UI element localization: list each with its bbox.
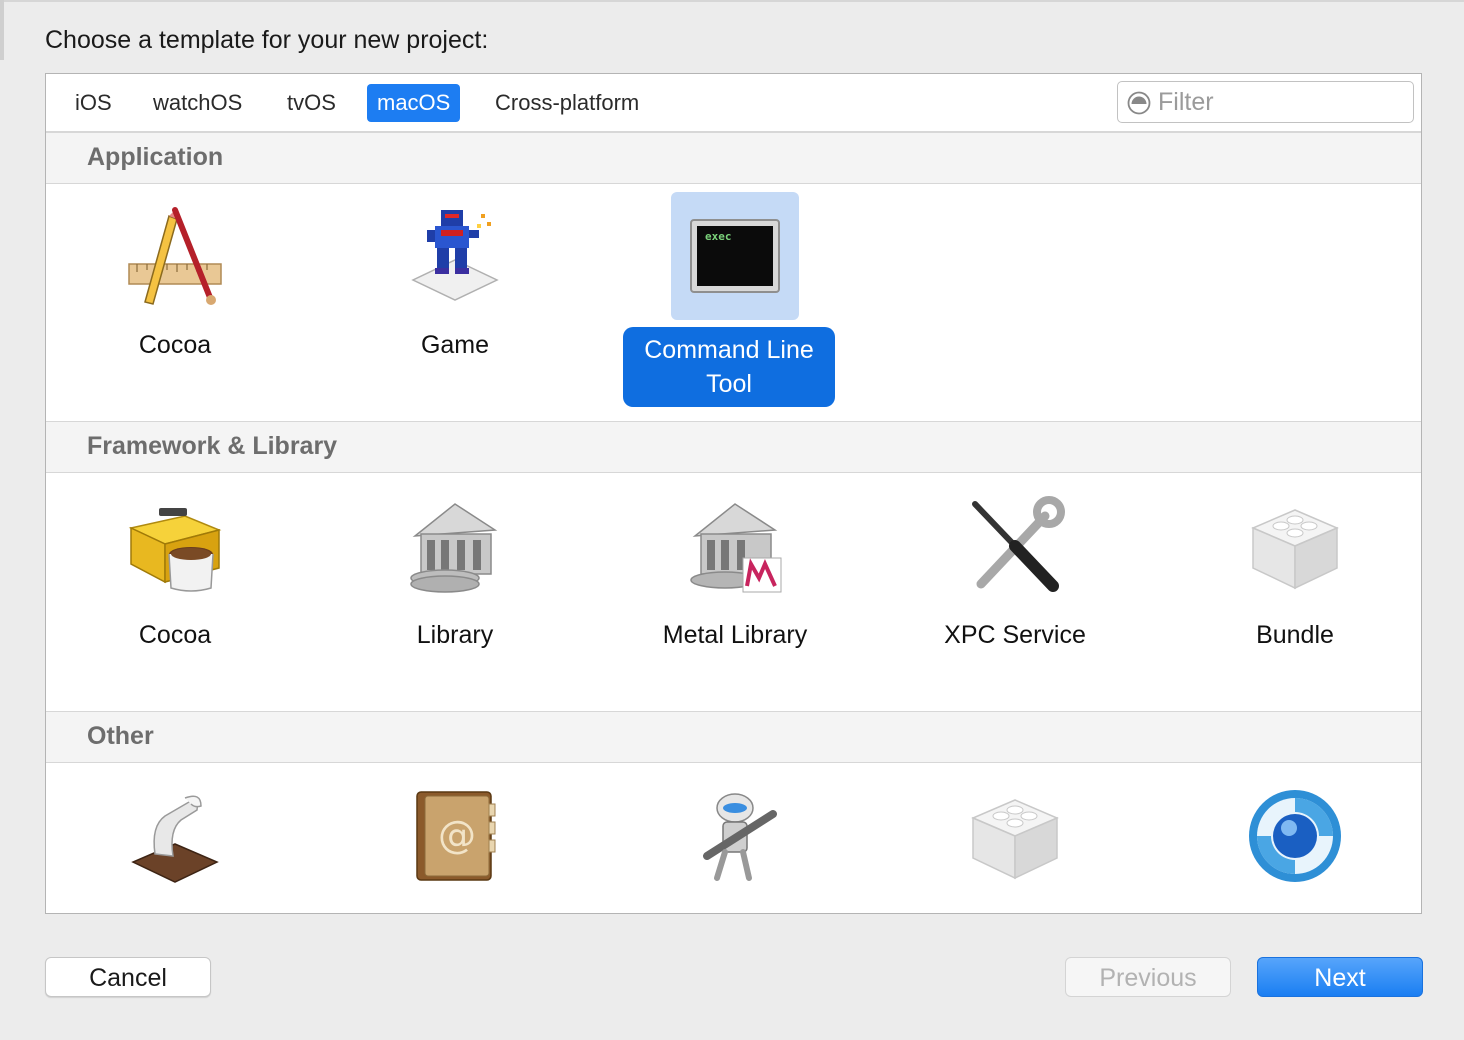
metal-library-icon: [690, 503, 782, 593]
template-label: XPC Service: [944, 621, 1086, 649]
sheet-top-edge: [0, 0, 1464, 2]
template-label: Metal Library: [662, 621, 808, 649]
platform-tab-bar: iOS watchOS tvOS macOS Cross-platform: [46, 74, 1421, 132]
previous-button[interactable]: Previous: [1065, 957, 1231, 997]
template-label: Library: [416, 621, 494, 649]
template-panel: iOS watchOS tvOS macOS Cross-platform Ap…: [45, 73, 1422, 914]
section-header-application: Application: [46, 132, 1421, 184]
sheet-left-edge: [0, 0, 4, 60]
game-icon: [411, 210, 499, 301]
tab-watchos[interactable]: watchOS: [143, 84, 252, 122]
plugin-icon: [971, 799, 1059, 880]
tab-ios[interactable]: iOS: [65, 84, 122, 122]
svg-text:@: @: [438, 813, 476, 857]
dialog-prompt: Choose a template for your new project:: [45, 26, 489, 54]
filter-field[interactable]: [1117, 81, 1414, 123]
section-header-other: Other: [46, 711, 1421, 763]
template-label: Command Line Tool: [623, 327, 835, 407]
cancel-button[interactable]: Cancel: [45, 957, 211, 997]
section-header-framework-library: Framework & Library: [46, 421, 1421, 473]
address-book-icon: @: [416, 791, 496, 881]
filter-icon: [1127, 91, 1151, 115]
tab-cross-platform[interactable]: Cross-platform: [485, 84, 649, 122]
template-label: Cocoa: [138, 621, 212, 649]
tab-tvos[interactable]: tvOS: [277, 84, 346, 122]
bundle-icon: [1251, 509, 1339, 590]
automator-icon: [703, 793, 777, 881]
section-title: Framework & Library: [87, 432, 338, 460]
cocoa-framework-icon: [128, 508, 222, 592]
sync-icon: [1249, 790, 1341, 882]
section-title: Other: [87, 722, 154, 750]
cocoa-app-icon: [128, 207, 222, 305]
library-icon: [410, 503, 498, 593]
template-label: Game: [420, 331, 490, 359]
template-label: Bundle: [1256, 621, 1334, 649]
next-button[interactable]: Next: [1257, 957, 1423, 997]
template-label: Cocoa: [138, 331, 212, 359]
xpc-service-icon: [972, 496, 1065, 592]
terminal-icon: exec: [690, 219, 780, 293]
tab-macos[interactable]: macOS: [367, 84, 461, 122]
applescript-icon: [131, 795, 219, 883]
filter-input[interactable]: [1158, 86, 1398, 118]
section-title: Application: [87, 143, 224, 171]
terminal-exec-text: exec: [705, 230, 732, 243]
